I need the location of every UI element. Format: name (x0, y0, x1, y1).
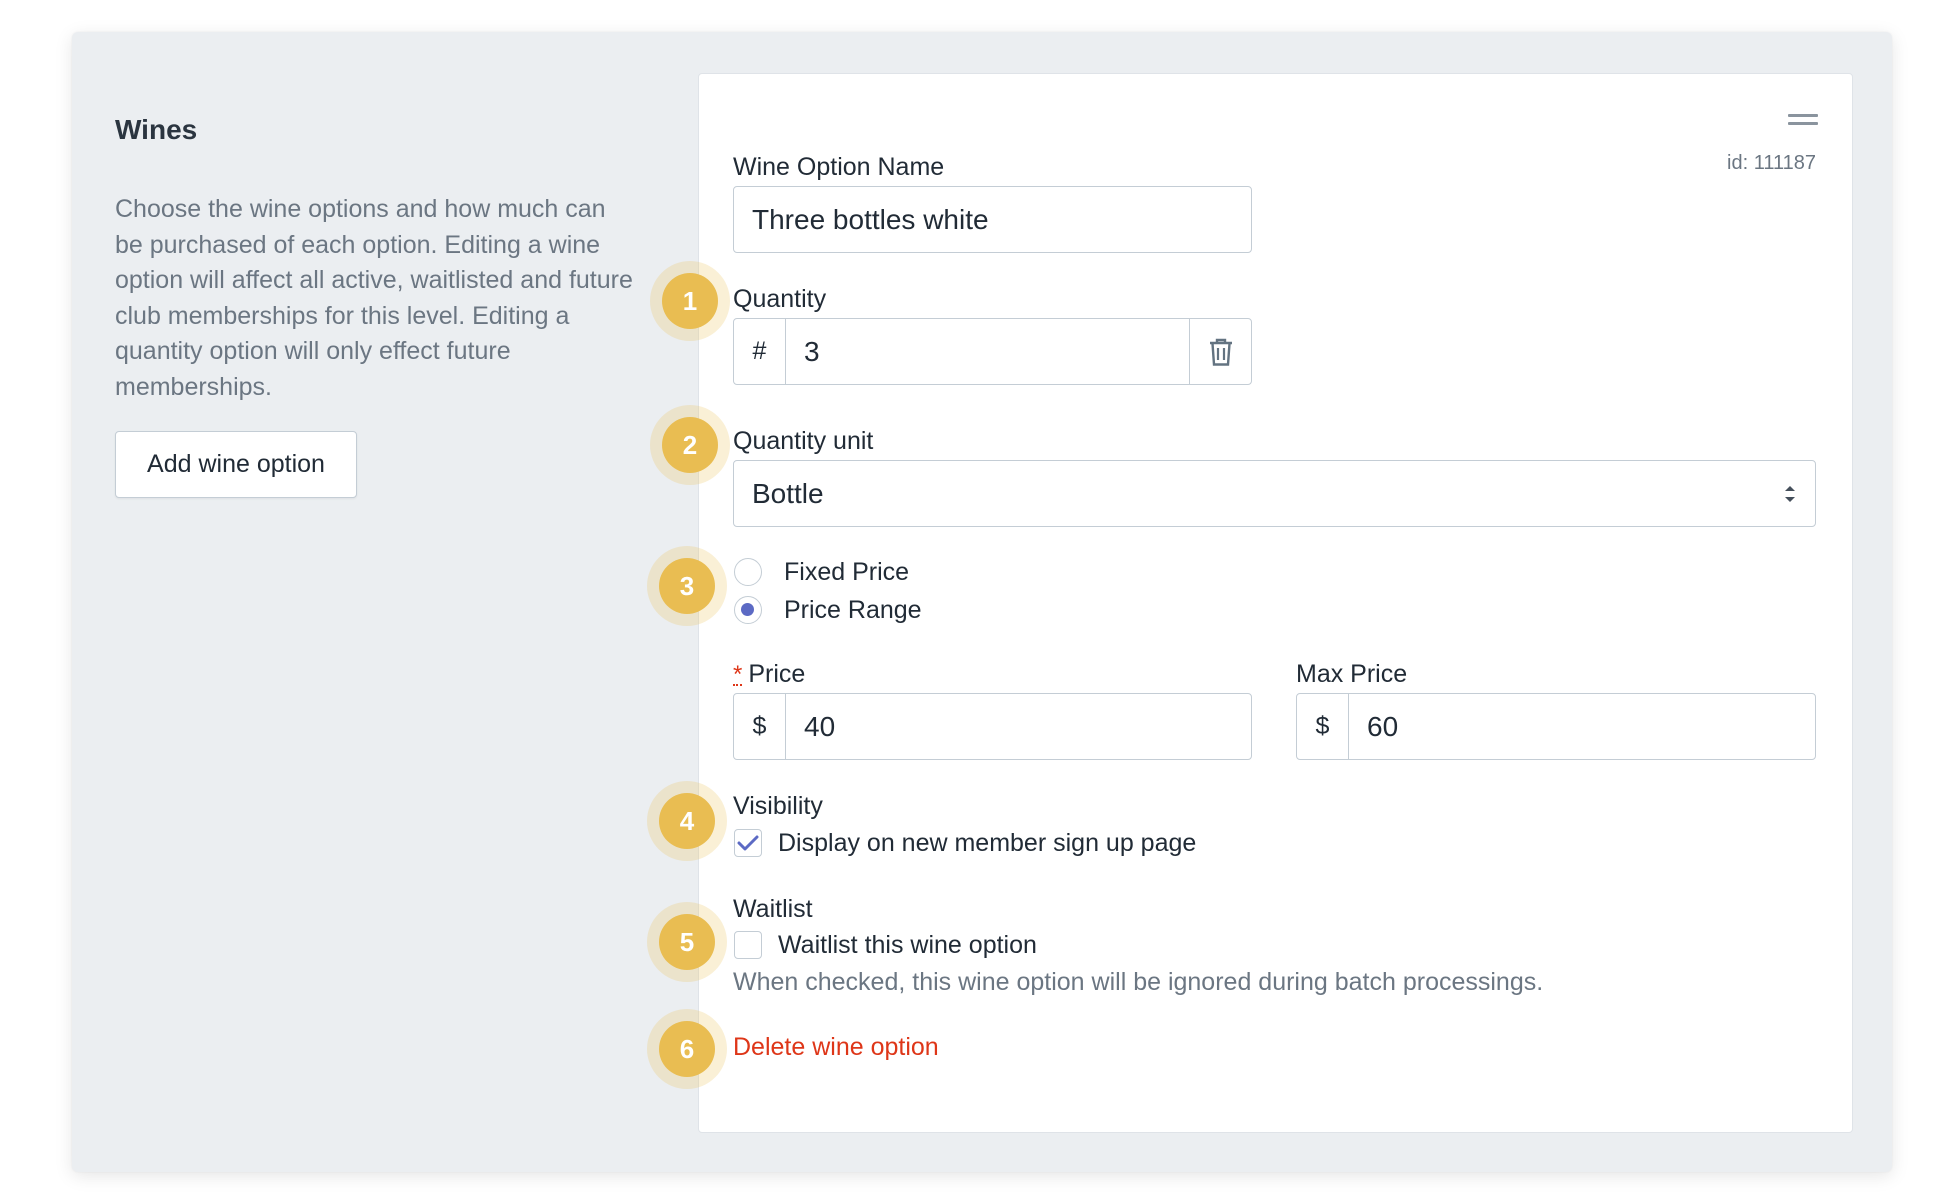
waitlist-checkbox[interactable] (734, 931, 762, 959)
add-wine-option-button[interactable]: Add wine option (115, 431, 357, 498)
waitlist-help-text: When checked, this wine option will be i… (733, 968, 1544, 996)
quantity-value: 3 (804, 335, 820, 367)
max-price-input[interactable]: $ 60 (1296, 693, 1816, 760)
quantity-unit-select[interactable]: Bottle (733, 460, 1816, 527)
delete-wine-option-link[interactable]: Delete wine option (733, 1033, 939, 1062)
quantity-prefix: # (734, 319, 786, 384)
quantity-unit-value: Bottle (752, 477, 824, 509)
fixed-price-label: Fixed Price (784, 558, 910, 586)
max-price-label: Max Price (1296, 660, 1408, 688)
select-arrows-icon (1765, 461, 1815, 526)
waitlist-label: Waitlist (733, 895, 813, 923)
trash-icon[interactable] (1189, 319, 1251, 384)
price-label: * Price (733, 660, 806, 688)
required-mark: * (733, 661, 743, 688)
drag-handle-icon[interactable] (1788, 114, 1818, 128)
callout-4: 4 (647, 781, 727, 861)
wine-option-name-value: Three bottles white (752, 203, 989, 235)
callout-5: 5 (647, 902, 727, 982)
checkmark-icon (737, 835, 759, 851)
quantity-label: Quantity (733, 285, 827, 313)
wine-option-name-label: Wine Option Name (733, 153, 945, 181)
callout-3: 3 (647, 546, 727, 626)
fixed-price-radio[interactable] (734, 558, 762, 586)
quantity-unit-label: Quantity unit (733, 427, 874, 455)
price-range-radio[interactable] (734, 596, 762, 624)
price-input[interactable]: $ 40 (733, 693, 1252, 760)
visibility-label: Visibility (733, 792, 823, 820)
option-id: id: 111187 (1727, 152, 1816, 174)
price-value: 40 (804, 710, 836, 742)
price-range-label: Price Range (784, 596, 922, 624)
callout-2: 2 (650, 405, 730, 485)
visibility-option-label: Display on new member sign up page (778, 829, 1197, 857)
wine-option-name-input[interactable]: Three bottles white (733, 186, 1252, 253)
section-description: Choose the wine options and how much can… (115, 195, 633, 401)
callout-1: 1 (650, 261, 730, 341)
waitlist-option-label: Waitlist this wine option (778, 931, 1037, 959)
callout-6: 6 (647, 1009, 727, 1089)
section-title: Wines (115, 114, 198, 145)
quantity-input[interactable]: # 3 (733, 318, 1252, 385)
visibility-checkbox[interactable] (734, 829, 762, 857)
price-prefix: $ (734, 694, 786, 759)
max-price-value: 60 (1367, 710, 1399, 742)
max-price-prefix: $ (1297, 694, 1349, 759)
